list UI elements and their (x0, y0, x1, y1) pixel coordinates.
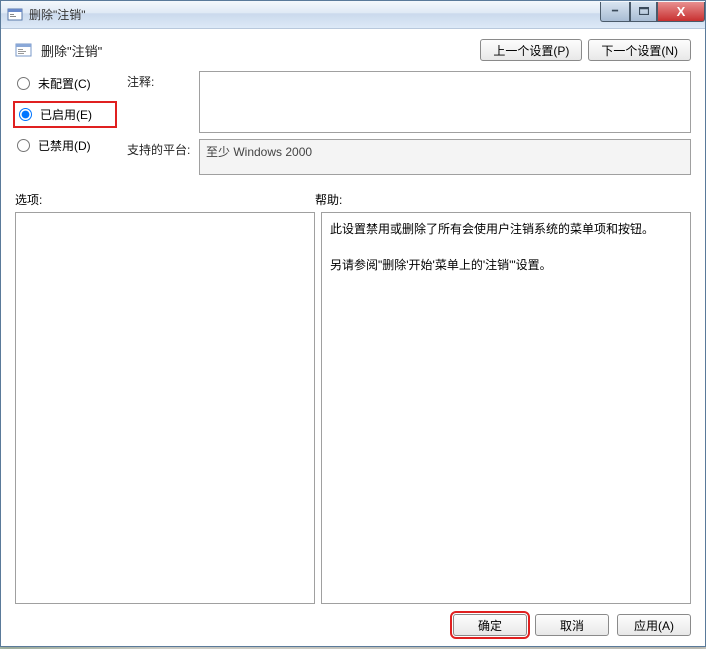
radio-not-configured-input[interactable] (17, 77, 30, 90)
policy-name: 删除"注销" (41, 41, 474, 60)
cancel-button[interactable]: 取消 (535, 614, 609, 636)
help-label: 帮助: (315, 191, 342, 208)
minimize-button[interactable]: ━ (600, 2, 630, 22)
radio-not-configured-label: 未配置(C) (38, 75, 91, 92)
close-button[interactable]: X (657, 2, 705, 22)
policy-icon (15, 41, 33, 59)
panes: 此设置禁用或删除了所有会使用户注销系统的菜单项和按钮。 另请参阅"删除'开始'菜… (15, 212, 691, 604)
radio-enabled-input[interactable] (19, 108, 32, 121)
config-area: 未配置(C) 已启用(E) 已禁用(D) 注释: 支持的平台: (15, 71, 691, 175)
help-paragraph-1: 此设置禁用或删除了所有会使用户注销系统的菜单项和按钮。 (330, 219, 682, 241)
radio-disabled[interactable]: 已禁用(D) (15, 137, 115, 154)
comment-row: 注释: (127, 71, 691, 133)
dialog-footer: 确定 取消 应用(A) (15, 604, 691, 636)
apply-button[interactable]: 应用(A) (617, 614, 691, 636)
radio-disabled-label: 已禁用(D) (38, 137, 91, 154)
options-label: 选项: (15, 191, 315, 208)
header-row: 删除"注销" 上一个设置(P) 下一个设置(N) (15, 39, 691, 61)
platform-value: 至少 Windows 2000 (206, 145, 312, 159)
previous-setting-button[interactable]: 上一个设置(P) (480, 39, 582, 61)
radio-enabled[interactable]: 已启用(E) (13, 101, 117, 128)
maximize-button[interactable] (630, 2, 657, 22)
window-title: 删除"注销" (29, 6, 600, 23)
platform-row: 支持的平台: 至少 Windows 2000 (127, 139, 691, 175)
comment-input[interactable] (199, 71, 691, 133)
info-fields: 注释: 支持的平台: 至少 Windows 2000 (127, 71, 691, 175)
help-pane[interactable]: 此设置禁用或删除了所有会使用户注销系统的菜单项和按钮。 另请参阅"删除'开始'菜… (321, 212, 691, 604)
comment-label: 注释: (127, 71, 193, 90)
supported-platform: 至少 Windows 2000 (199, 139, 691, 175)
section-labels: 选项: 帮助: (15, 191, 691, 208)
ok-button[interactable]: 确定 (453, 614, 527, 636)
dialog-window: 删除"注销" ━ X 删除"注销" 上一个设置(P) 下一个设置(N) (0, 0, 706, 647)
next-setting-button[interactable]: 下一个设置(N) (588, 39, 691, 61)
options-pane[interactable] (15, 212, 315, 604)
titlebar[interactable]: 删除"注销" ━ X (1, 1, 705, 29)
platform-label: 支持的平台: (127, 139, 193, 158)
help-paragraph-2: 另请参阅"删除'开始'菜单上的'注销'"设置。 (330, 255, 682, 277)
app-icon (7, 7, 23, 23)
window-controls: ━ X (600, 2, 705, 22)
radio-disabled-input[interactable] (17, 139, 30, 152)
radio-not-configured[interactable]: 未配置(C) (15, 75, 115, 92)
radio-enabled-label: 已启用(E) (40, 106, 92, 123)
state-radios: 未配置(C) 已启用(E) 已禁用(D) (15, 71, 115, 175)
dialog-content: 删除"注销" 上一个设置(P) 下一个设置(N) 未配置(C) 已启用(E) 已… (1, 29, 705, 646)
